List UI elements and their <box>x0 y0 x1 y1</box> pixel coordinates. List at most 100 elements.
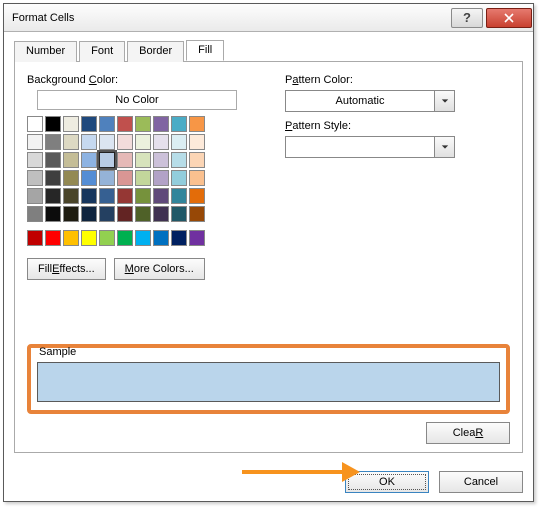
color-swatch[interactable] <box>135 152 151 168</box>
color-swatch[interactable] <box>153 134 169 150</box>
color-swatch[interactable] <box>171 152 187 168</box>
sample-label: Sample <box>37 346 78 358</box>
pattern-color-value: Automatic <box>286 95 434 107</box>
color-swatch[interactable] <box>99 134 115 150</box>
color-swatch[interactable] <box>81 230 97 246</box>
color-swatch[interactable] <box>189 170 205 186</box>
help-button[interactable]: ? <box>451 8 483 28</box>
color-swatch[interactable] <box>99 206 115 222</box>
dialog-body: Number Font Border Fill Background Color… <box>4 32 533 463</box>
color-swatch[interactable] <box>189 152 205 168</box>
color-swatch[interactable] <box>81 188 97 204</box>
color-swatch[interactable] <box>153 188 169 204</box>
color-swatch[interactable] <box>45 230 61 246</box>
color-swatch[interactable] <box>117 206 133 222</box>
color-swatch[interactable] <box>63 230 79 246</box>
background-color-label: Background Color: <box>27 74 267 86</box>
color-swatch[interactable] <box>189 230 205 246</box>
color-swatch[interactable] <box>189 206 205 222</box>
dialog-footer: OK Cancel <box>4 463 533 501</box>
color-swatch[interactable] <box>117 152 133 168</box>
color-swatch[interactable] <box>171 116 187 132</box>
color-swatch[interactable] <box>99 170 115 186</box>
color-swatch[interactable] <box>45 188 61 204</box>
color-swatch[interactable] <box>63 170 79 186</box>
color-swatch[interactable] <box>63 116 79 132</box>
tab-font[interactable]: Font <box>79 41 125 62</box>
color-swatch[interactable] <box>189 188 205 204</box>
cancel-button[interactable]: Cancel <box>439 471 523 493</box>
pattern-color-label: Pattern Color: <box>285 74 510 86</box>
no-color-button[interactable]: No Color <box>37 90 237 110</box>
color-swatch[interactable] <box>117 170 133 186</box>
color-swatch[interactable] <box>63 188 79 204</box>
color-swatch[interactable] <box>117 116 133 132</box>
sample-preview <box>37 362 500 402</box>
color-swatch[interactable] <box>45 116 61 132</box>
tab-number[interactable]: Number <box>14 41 77 62</box>
titlebar: Format Cells ? <box>4 4 533 32</box>
color-swatch[interactable] <box>171 134 187 150</box>
color-swatch[interactable] <box>117 134 133 150</box>
color-swatch[interactable] <box>27 188 43 204</box>
color-swatch[interactable] <box>153 152 169 168</box>
fill-effects-button[interactable]: Fill Effects... <box>27 258 106 280</box>
color-swatch[interactable] <box>81 152 97 168</box>
color-swatch[interactable] <box>81 206 97 222</box>
clear-button[interactable]: CleaR <box>426 422 510 444</box>
pattern-style-dropdown[interactable] <box>285 136 455 158</box>
color-swatch[interactable] <box>153 230 169 246</box>
color-swatch[interactable] <box>99 188 115 204</box>
dropdown-arrow-icon <box>434 137 454 157</box>
color-swatch[interactable] <box>171 230 187 246</box>
color-swatch[interactable] <box>189 116 205 132</box>
tab-fill[interactable]: Fill <box>186 40 224 61</box>
color-swatch[interactable] <box>99 152 115 168</box>
tab-border[interactable]: Border <box>127 41 184 62</box>
color-swatch[interactable] <box>81 170 97 186</box>
color-swatch[interactable] <box>27 230 43 246</box>
color-swatch[interactable] <box>171 170 187 186</box>
more-colors-button[interactable]: More Colors... <box>114 258 205 280</box>
color-swatch[interactable] <box>135 188 151 204</box>
color-swatch[interactable] <box>153 170 169 186</box>
color-swatch[interactable] <box>81 134 97 150</box>
color-swatch[interactable] <box>189 134 205 150</box>
color-swatch[interactable] <box>27 134 43 150</box>
dropdown-arrow-icon <box>434 91 454 111</box>
color-swatch[interactable] <box>135 170 151 186</box>
fill-panel: Background Color: No Color Fill Effects.… <box>14 62 523 453</box>
color-swatch[interactable] <box>63 206 79 222</box>
color-swatch[interactable] <box>27 152 43 168</box>
color-swatch[interactable] <box>135 116 151 132</box>
color-swatch[interactable] <box>135 206 151 222</box>
close-icon <box>504 13 514 23</box>
color-swatch[interactable] <box>153 116 169 132</box>
color-swatch[interactable] <box>27 170 43 186</box>
color-swatch[interactable] <box>27 116 43 132</box>
color-swatch[interactable] <box>63 134 79 150</box>
color-swatch[interactable] <box>135 230 151 246</box>
color-swatch[interactable] <box>117 188 133 204</box>
tab-bar: Number Font Border Fill <box>14 40 523 62</box>
color-swatch[interactable] <box>63 152 79 168</box>
color-swatch[interactable] <box>153 206 169 222</box>
window-title: Format Cells <box>12 12 451 24</box>
color-swatch[interactable] <box>135 134 151 150</box>
color-swatch[interactable] <box>45 152 61 168</box>
color-swatch[interactable] <box>45 134 61 150</box>
color-swatch[interactable] <box>99 116 115 132</box>
ok-button[interactable]: OK <box>345 471 429 493</box>
color-palette <box>27 116 267 246</box>
color-swatch[interactable] <box>117 230 133 246</box>
color-swatch[interactable] <box>45 206 61 222</box>
color-swatch[interactable] <box>27 206 43 222</box>
color-swatch[interactable] <box>171 188 187 204</box>
color-swatch[interactable] <box>81 116 97 132</box>
pattern-color-dropdown[interactable]: Automatic <box>285 90 455 112</box>
close-button[interactable] <box>486 8 532 28</box>
color-swatch[interactable] <box>45 170 61 186</box>
color-swatch[interactable] <box>99 230 115 246</box>
format-cells-window: Format Cells ? Number Font Border Fill B… <box>3 3 534 502</box>
color-swatch[interactable] <box>171 206 187 222</box>
